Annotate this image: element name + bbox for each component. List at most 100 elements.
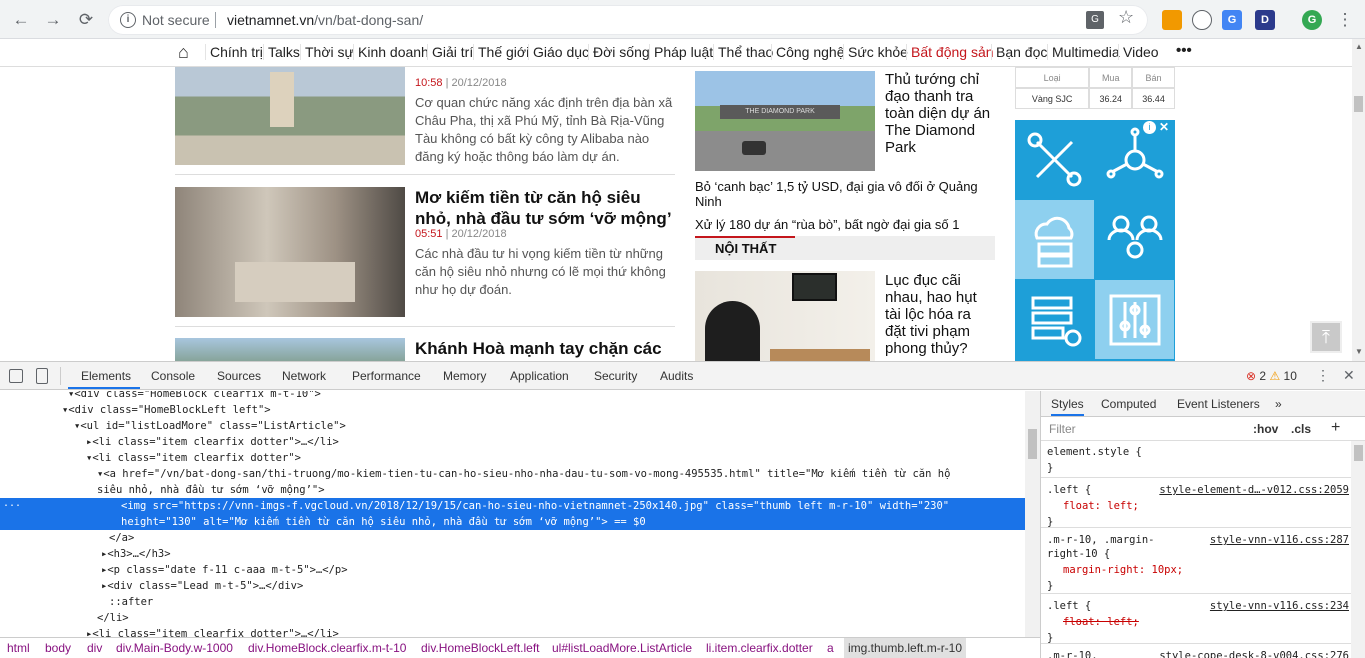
nav-item[interactable]: Bạn đọc bbox=[991, 44, 1047, 60]
dom-node-line[interactable]: ▸<li class="item clearfix dotter">…</li> bbox=[0, 626, 1025, 637]
nav-item[interactable]: Pháp luật bbox=[649, 44, 713, 60]
error-count[interactable]: ⊗ 2 ⚠ 10 bbox=[1246, 369, 1297, 383]
styles-scrollbar[interactable] bbox=[1351, 441, 1365, 658]
breadcrumb-item[interactable]: a bbox=[827, 641, 834, 655]
dom-node-line[interactable]: </li> bbox=[0, 610, 1025, 626]
dom-node-line[interactable]: ▸<p class="date f-11 c-aaa m-t-5">…</p> bbox=[0, 562, 1025, 578]
dom-node-line[interactable]: siêu nhỏ, nhà đầu tư sớm ‘vỡ mộng’"> bbox=[0, 482, 1025, 498]
article-title[interactable]: Khánh Hoà mạnh tay chặn các dự án BĐS... bbox=[415, 338, 677, 361]
dom-node-line[interactable]: ▾<li class="item clearfix dotter"> bbox=[0, 450, 1025, 466]
breadcrumb-item[interactable]: li.item.clearfix.dotter bbox=[706, 641, 813, 655]
breadcrumb-item[interactable]: html bbox=[7, 641, 30, 655]
dom-node-line[interactable]: ▾<div class="HomeBlockLeft left"> bbox=[0, 402, 1025, 418]
breadcrumb-item[interactable]: div bbox=[87, 641, 102, 655]
section-title[interactable]: NỘI THẤT bbox=[715, 241, 776, 256]
css-selector[interactable]: element.style { bbox=[1047, 444, 1142, 460]
extension-circle-icon[interactable] bbox=[1192, 10, 1212, 30]
devtools-tab[interactable]: Elements bbox=[81, 369, 131, 383]
back-to-top-button[interactable]: ⤒ bbox=[1310, 321, 1342, 353]
side-thumbnail[interactable] bbox=[695, 271, 875, 361]
nav-item[interactable]: Video bbox=[1118, 44, 1159, 60]
styles-tab[interactable]: Computed bbox=[1101, 397, 1156, 411]
devtools-menu-icon[interactable]: ⋮ bbox=[1316, 367, 1330, 384]
devtools-tab[interactable]: Audits bbox=[660, 369, 693, 383]
scroll-down-icon[interactable]: ▼ bbox=[1355, 347, 1363, 356]
hov-toggle[interactable]: :hov bbox=[1253, 422, 1278, 436]
nav-item[interactable]: Công nghệ bbox=[771, 44, 845, 60]
css-source-link[interactable]: style-vnn-v116.css:234 bbox=[1210, 598, 1349, 614]
dom-node-line[interactable]: ▸<li class="item clearfix dotter">…</li> bbox=[0, 434, 1025, 450]
devtools-tab[interactable]: Security bbox=[594, 369, 637, 383]
devtools-tab[interactable]: Application bbox=[510, 369, 569, 383]
nav-item[interactable]: Talks bbox=[263, 44, 300, 60]
nav-item[interactable]: Chính trị bbox=[205, 44, 263, 60]
side-feature-title[interactable]: Thủ tướng chỉ đạo thanh tra toàn diện dự… bbox=[885, 71, 995, 156]
dom-node-line[interactable]: ▾<a href="/vn/bat-dong-san/thi-truong/mo… bbox=[0, 466, 1025, 482]
nav-item[interactable]: Đời sống bbox=[588, 44, 650, 60]
back-icon[interactable]: ← bbox=[10, 9, 32, 31]
article-thumbnail[interactable] bbox=[175, 187, 405, 317]
article-title[interactable]: Mơ kiếm tiền từ căn hộ siêu nhỏ, nhà đầu… bbox=[415, 187, 677, 229]
devtools-tab[interactable]: Memory bbox=[443, 369, 486, 383]
article-thumbnail[interactable] bbox=[175, 67, 405, 165]
nav-item[interactable]: Giải trí bbox=[427, 44, 473, 60]
menu-dots-icon[interactable]: ⋮ bbox=[1334, 9, 1356, 31]
css-brace[interactable]: } bbox=[1047, 460, 1053, 476]
css-source-link[interactable]: style-element-d…-v012.css:2059 bbox=[1159, 482, 1349, 498]
filter-input[interactable]: Filter bbox=[1049, 422, 1076, 436]
devtools-tab[interactable]: Performance bbox=[352, 369, 421, 383]
elements-scroll-thumb[interactable] bbox=[1028, 429, 1037, 459]
css-property[interactable]: float: left; bbox=[1063, 498, 1139, 514]
css-brace[interactable]: } bbox=[1047, 578, 1053, 594]
breadcrumb-item[interactable]: div.HomeBlockLeft.left bbox=[421, 641, 540, 655]
breadcrumb-item[interactable]: div.HomeBlock.clearfix.m-t-10 bbox=[248, 641, 406, 655]
styles-tab[interactable]: » bbox=[1275, 397, 1282, 411]
breadcrumb-item[interactable]: body bbox=[45, 641, 71, 655]
page-scrollbar[interactable]: ▲ ▼ bbox=[1352, 39, 1365, 361]
css-property[interactable]: margin-right: 10px; bbox=[1063, 562, 1183, 578]
side-feature-title[interactable]: Lục đục cãi nhau, hao hụt tài lộc hóa ra… bbox=[885, 272, 995, 357]
page-scroll-thumb[interactable] bbox=[1354, 96, 1363, 112]
css-selector[interactable]: right-10 { bbox=[1047, 546, 1110, 562]
devtools-tab[interactable]: Sources bbox=[217, 369, 261, 383]
nav-item[interactable]: Giáo dục bbox=[528, 44, 589, 60]
dom-node-line[interactable]: ▾<div class="HomeBlock clearfix m-t-10"> bbox=[0, 391, 1025, 402]
more-menu-icon[interactable]: ••• bbox=[1176, 42, 1192, 59]
scroll-up-icon[interactable]: ▲ bbox=[1355, 42, 1363, 51]
extension-icon[interactable] bbox=[1162, 10, 1182, 30]
devtools-close-icon[interactable]: ✕ bbox=[1343, 367, 1355, 384]
side-link[interactable]: Bỏ ‘canh bạc’ 1,5 tỷ USD, đại gia vô đối… bbox=[695, 179, 995, 209]
advertisement[interactable]: i ✕ bbox=[1015, 120, 1175, 361]
nav-item[interactable]: Thời sự bbox=[300, 44, 354, 60]
nav-item[interactable]: Multimedia bbox=[1047, 44, 1120, 60]
address-bar[interactable]: i Not secure vietnamnet.vn/vn/bat-dong-s… bbox=[108, 5, 1148, 35]
google-translate-icon[interactable]: G bbox=[1222, 10, 1242, 30]
not-secure-label[interactable]: Not secure bbox=[142, 12, 210, 28]
styles-scroll-thumb[interactable] bbox=[1354, 445, 1363, 461]
dom-node-line[interactable]: <img src="https://vnn-imgs-f.vgcloud.vn/… bbox=[0, 498, 1025, 514]
devtools-tab[interactable]: Console bbox=[151, 369, 195, 383]
dom-node-line[interactable]: ::after bbox=[0, 594, 1025, 610]
nav-item[interactable]: Kinh doanh bbox=[353, 44, 429, 60]
dom-node-line[interactable]: </a> bbox=[0, 530, 1025, 546]
nav-item[interactable]: Sức khỏe bbox=[843, 44, 908, 60]
css-selector[interactable]: .left { bbox=[1047, 598, 1091, 614]
dom-node-line[interactable]: ▾<ul id="listLoadMore" class="ListArticl… bbox=[0, 418, 1025, 434]
home-icon[interactable]: ⌂ bbox=[178, 42, 189, 63]
css-property[interactable]: float: left; bbox=[1063, 614, 1139, 630]
css-source-link[interactable]: style-vnn-v116.css:287 bbox=[1210, 532, 1349, 548]
elements-tree[interactable]: ▾<div class="HomeBlock clearfix m-t-10">… bbox=[0, 391, 1025, 637]
new-rule-icon[interactable]: + bbox=[1331, 419, 1340, 437]
nav-item[interactable]: Thể thao bbox=[713, 44, 773, 60]
translate-icon[interactable]: G bbox=[1086, 11, 1104, 29]
devtools-tab[interactable]: Network bbox=[282, 369, 326, 383]
device-toolbar-icon[interactable] bbox=[36, 368, 48, 384]
side-thumbnail[interactable]: THE DIAMOND PARK bbox=[695, 71, 875, 171]
article-thumbnail[interactable] bbox=[175, 338, 405, 361]
forward-icon[interactable]: → bbox=[42, 9, 64, 31]
url-text[interactable]: vietnamnet.vn/vn/bat-dong-san/ bbox=[227, 12, 423, 28]
reload-icon[interactable]: ⟳ bbox=[75, 9, 97, 31]
side-link[interactable]: Xử lý 180 dự án “rùa bò”, bất ngờ đại gi… bbox=[695, 217, 995, 232]
dom-node-line[interactable]: ▸<div class="Lead m-t-5">…</div> bbox=[0, 578, 1025, 594]
nav-item[interactable]: Bất động sản bbox=[906, 44, 994, 60]
